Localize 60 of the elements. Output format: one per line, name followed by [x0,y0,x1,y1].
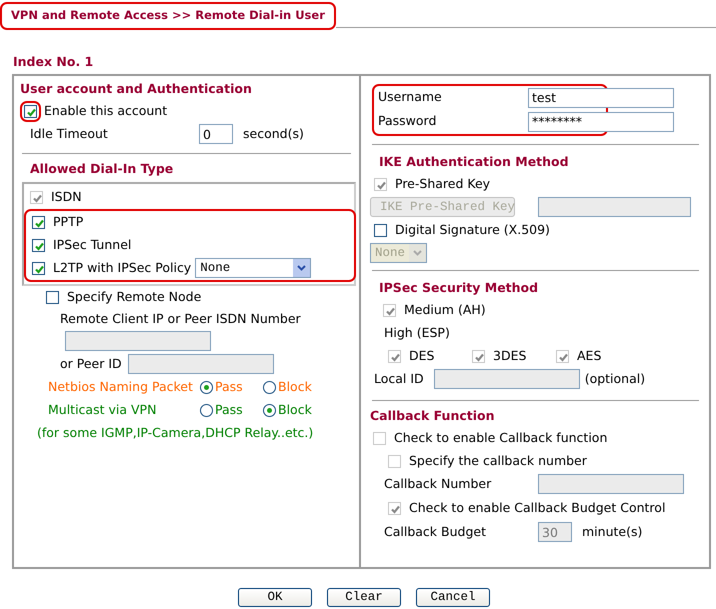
checkbox-label: ISDN [51,188,82,206]
checkbox-label: Enable this account [44,102,168,120]
checkbox-label: DES [409,346,436,365]
radio-button[interactable] [263,404,276,417]
checkbox-label: Medium (AH) [404,300,486,319]
section-heading: IKE Authentication Method [378,152,570,171]
checkbox-label: Specify Remote Node [67,288,202,306]
section-heading: Allowed Dial-In Type [29,160,174,178]
radio-label: Block [278,378,313,396]
checkbox-label: Pre-Shared Key [395,174,490,193]
checkbox-label: Digital Signature (X.509) [395,220,550,239]
caret-icon [413,250,422,256]
checkbox-label: PPTP [53,212,84,231]
field-label: Callback Number [384,474,492,493]
option-label: Multicast via VPN [48,400,158,419]
field-label: Local ID [374,370,424,388]
checkbox[interactable] [32,216,45,229]
checkbox[interactable] [46,290,59,304]
form-button[interactable]: Cancel [416,588,490,607]
field-label: High (ESP) [384,324,450,342]
dropdown[interactable]: None [195,258,312,278]
field-label: Callback Budget [384,522,487,541]
checkbox-label: 3DES [493,346,528,365]
checkbox-label: L2TP with IPSec Policy [53,258,192,277]
input-field[interactable]: 0 [199,124,233,144]
radio-label: Pass [215,378,244,396]
section-heading: User account and Authentication [20,80,253,98]
checkbox[interactable] [32,262,45,275]
checkbox-label: Specify the callback number [409,452,587,470]
radio-button[interactable] [263,380,276,394]
index-label: Index No. 1 [13,53,94,71]
radio-label: Block [278,400,313,419]
unit-label: minute(s) [582,522,642,541]
radio-button[interactable] [200,404,213,417]
checkbox[interactable] [32,238,45,252]
checkbox-label: AES [577,346,602,365]
unit-label: second(s) [243,124,304,143]
field-label: Remote Client IP or Peer ISDN Number [60,310,301,328]
option-label: Netbios Naming Packet [48,378,194,396]
input-field[interactable]: test [528,88,674,108]
checkbox[interactable] [24,104,37,118]
radio-button[interactable] [200,380,213,394]
field-label: Idle Timeout [30,124,109,143]
field-label: or Peer ID [60,354,122,373]
checkbox-label: IPSec Tunnel [53,236,132,254]
checkbox-label: Check to enable Callback function [394,428,608,447]
caret-icon [297,265,306,272]
hint-text: (optional) [584,370,646,388]
section-heading: IPSec Security Method [378,278,540,297]
checkbox[interactable] [374,224,387,237]
radio-label: Pass [215,400,244,419]
field-label: Username [378,88,443,106]
field-label: Password [378,112,438,130]
form-button[interactable]: OK [238,588,312,607]
form-button[interactable]: Clear [327,588,401,607]
input-field[interactable]: ******** [528,112,674,132]
note-text: (for some IGMP,IP-Camera,DHCP Relay..etc.) [37,424,314,442]
checkbox-label: Check to enable Callback Budget Control [409,498,666,517]
page-title: VPN and Remote Access >> Remote Dial-in User [0,2,336,30]
section-heading: Callback Function [370,406,496,425]
